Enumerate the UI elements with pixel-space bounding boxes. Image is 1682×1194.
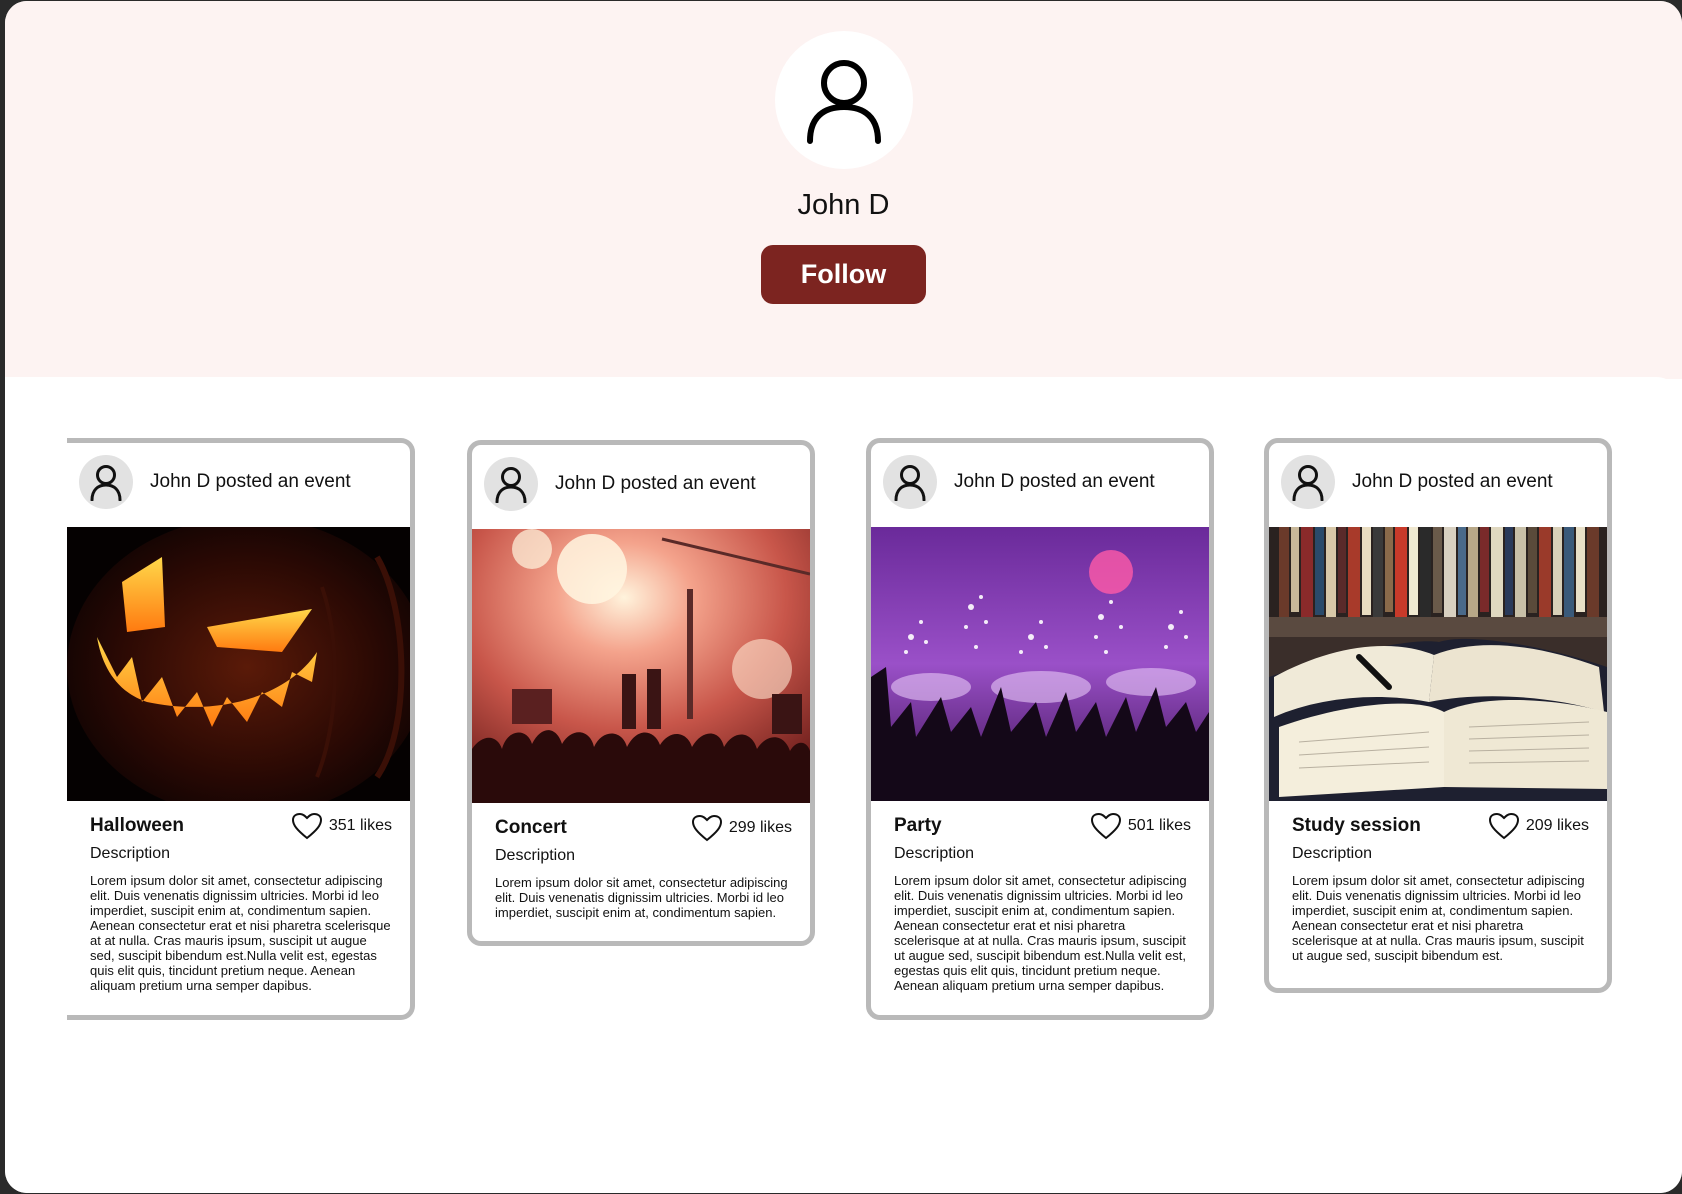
like-button[interactable]: 501 likes [1090,812,1191,840]
description-label: Description [90,845,171,862]
post-header: John D posted an event [472,445,810,529]
heart-icon[interactable] [291,812,323,840]
post-body: Study session 209 likes Description Lore… [1269,801,1607,987]
user-icon [1292,465,1324,501]
post-header-text: John D posted an event [1352,471,1553,492]
app-window: John D Follow John D posted an event Hal… [5,1,1682,1193]
post-body: Halloween 351 likes Description Lorem ip… [67,801,410,1015]
post-header: John D posted an event [871,443,1209,527]
post-body: Party 501 likes Description Lorem ipsum … [871,801,1209,1015]
follow-button[interactable]: Follow [761,245,926,304]
post-card[interactable]: John D posted an event [866,438,1214,1020]
description-label: Description [495,847,576,864]
like-count: 501 likes [1127,817,1191,834]
like-button[interactable]: 209 likes [1488,812,1589,840]
like-button[interactable]: 351 likes [291,812,392,840]
profile-header: John D Follow [5,1,1682,379]
post-body: Concert 299 likes Description Lorem ipsu… [472,803,810,941]
post-image-party[interactable] [871,527,1209,801]
description-text: Lorem ipsum dolor sit amet, consectetur … [90,873,391,993]
post-header-text: John D posted an event [954,471,1155,492]
user-icon [894,465,926,501]
post-avatar [484,457,538,511]
like-count: 209 likes [1525,817,1589,834]
post-image-concert[interactable] [472,529,810,803]
like-count: 299 likes [728,819,792,836]
heart-icon[interactable] [1488,812,1520,840]
like-button[interactable]: 299 likes [691,814,792,842]
post-avatar [79,455,133,509]
post-title: Study session [1292,815,1421,836]
post-header: John D posted an event [67,443,410,527]
post-title: Party [894,815,942,836]
description-label: Description [894,845,975,862]
description-text: Lorem ipsum dolor sit amet, consectetur … [1292,873,1585,963]
description-text: Lorem ipsum dolor sit amet, consectetur … [495,875,788,920]
post-card[interactable]: John D posted an event [467,440,815,946]
user-icon [495,467,527,503]
profile-avatar [775,31,913,169]
description-text: Lorem ipsum dolor sit amet, consectetur … [894,873,1187,993]
heart-icon[interactable] [1090,812,1122,840]
post-header-text: John D posted an event [150,471,351,492]
heart-icon[interactable] [691,814,723,842]
description-label: Description [1292,845,1373,862]
post-image-study-session[interactable] [1269,527,1607,801]
post-avatar [1281,455,1335,509]
post-image-halloween[interactable] [67,527,410,801]
user-icon [807,60,881,144]
post-header-text: John D posted an event [555,473,756,494]
posts-section: John D posted an event Halloween 351 lik… [5,377,1682,1193]
post-title: Concert [495,817,567,838]
like-count: 351 likes [328,817,392,834]
post-card[interactable]: John D posted an event [1264,438,1612,993]
profile-name: John D [797,189,890,221]
user-icon [90,465,122,501]
post-card[interactable]: John D posted an event [67,438,415,1020]
post-header: John D posted an event [1269,443,1607,527]
post-title: Halloween [90,815,184,836]
post-avatar [883,455,937,509]
